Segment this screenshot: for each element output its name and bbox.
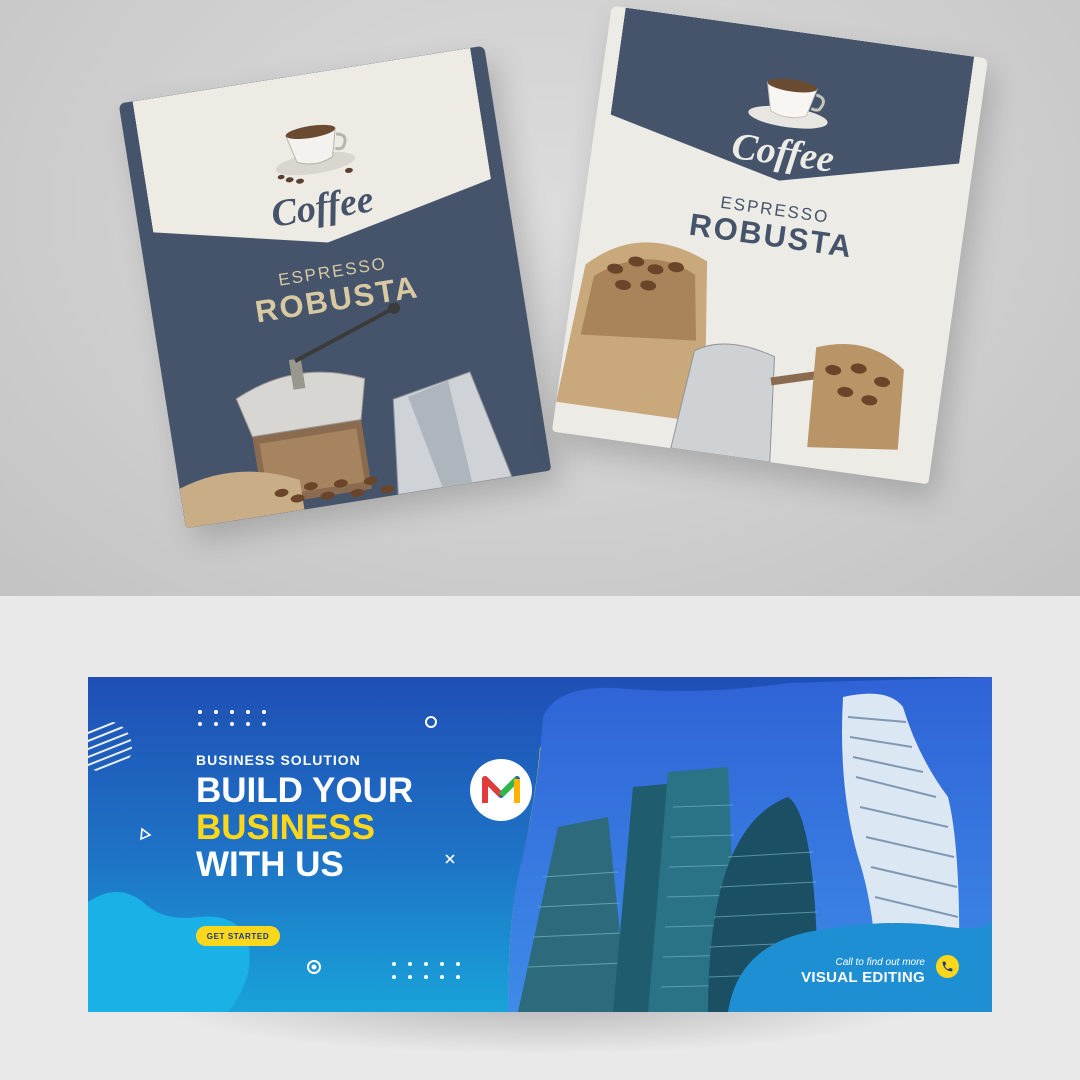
headline-line-1: BUILD YOUR [196, 771, 414, 810]
coffee-bag-navy: Coffee ESPRESSO ROBUSTA [118, 45, 552, 529]
phone-icon[interactable] [936, 955, 959, 978]
logo-icon [470, 759, 532, 821]
contact-title: VISUAL EDITING [801, 969, 925, 986]
striped-circle-icon [88, 721, 132, 773]
coffee-bag-cream: Coffee ESPRESSO ROBUSTA [551, 5, 989, 485]
cross-icon [445, 854, 455, 864]
coffee-mockup-section: Coffee ESPRESSO ROBUSTA Coffee ESPRESSO … [0, 0, 1080, 596]
get-started-button[interactable]: GET STARTED [196, 926, 280, 946]
headline-line-3: WITH US [196, 845, 344, 884]
banner-eyebrow: BUSINESS SOLUTION [196, 752, 361, 768]
circle-icon [425, 716, 437, 728]
headline-line-2: BUSINESS [196, 808, 375, 847]
business-banner: BUSINESS SOLUTION BUILD YOUR BUSINESS WI… [88, 677, 992, 1012]
contact-caption: Call to find out more [835, 957, 926, 968]
triangle-icon [140, 827, 152, 841]
